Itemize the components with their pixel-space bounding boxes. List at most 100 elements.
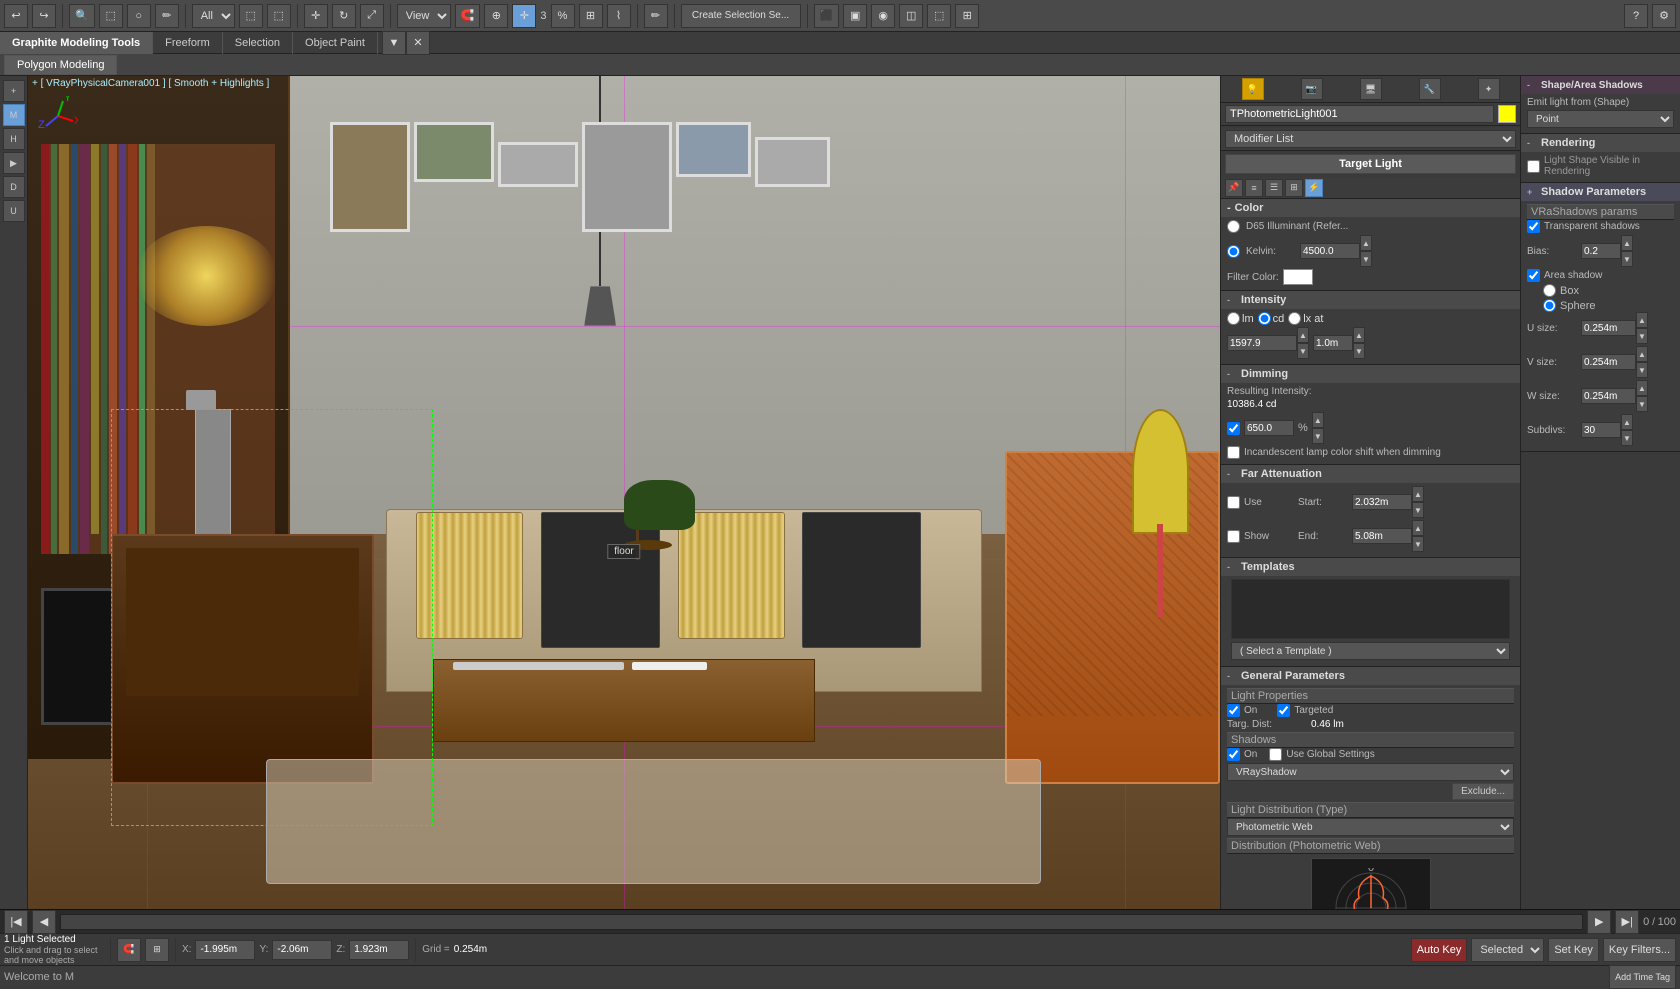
- x-field[interactable]: [195, 940, 255, 960]
- z-field[interactable]: [349, 940, 409, 960]
- percent-field[interactable]: [1244, 420, 1294, 436]
- select-btn[interactable]: 🔍: [69, 4, 95, 28]
- view-dropdown[interactable]: View: [397, 4, 451, 28]
- on-check[interactable]: [1227, 704, 1240, 717]
- lm-radio[interactable]: [1227, 312, 1240, 325]
- y-field[interactable]: [272, 940, 332, 960]
- end-down[interactable]: ▼: [1412, 536, 1424, 552]
- filter-color-swatch[interactable]: [1283, 269, 1313, 285]
- close-menu-btn[interactable]: ✕: [406, 31, 430, 55]
- subdivs-field[interactable]: [1581, 422, 1621, 438]
- box-radio[interactable]: [1543, 284, 1556, 297]
- rp-icon-util[interactable]: 🔧: [1419, 78, 1441, 100]
- snap-status-btn[interactable]: 🧲: [117, 938, 141, 962]
- rp-icon-fx[interactable]: ✦: [1478, 78, 1500, 100]
- camera-btn[interactable]: ◉: [871, 4, 895, 28]
- menu-tab-graphite[interactable]: Graphite Modeling Tools: [0, 32, 153, 54]
- percent-down[interactable]: ▼: [1312, 428, 1324, 444]
- timeline-track[interactable]: [60, 914, 1583, 930]
- multiplier-up[interactable]: ▲: [1353, 327, 1365, 343]
- shadows-on-check[interactable]: [1227, 748, 1240, 761]
- menu-tab-object-paint[interactable]: Object Paint: [293, 32, 378, 54]
- cd-radio[interactable]: [1258, 312, 1271, 325]
- lxat-radio[interactable]: [1288, 312, 1301, 325]
- v-size-down[interactable]: ▼: [1636, 362, 1648, 378]
- undo-btn[interactable]: ↩: [4, 4, 28, 28]
- move-transform-btn[interactable]: ✛: [512, 4, 536, 28]
- end-up[interactable]: ▲: [1412, 520, 1424, 536]
- key-filters-btn[interactable]: Key Filters...: [1603, 938, 1676, 962]
- timeline-right-btn[interactable]: ▶: [1587, 910, 1611, 934]
- transparent-check[interactable]: [1527, 220, 1540, 233]
- targeted-check[interactable]: [1277, 704, 1290, 717]
- bias-up[interactable]: ▲: [1621, 235, 1633, 251]
- rendering-header[interactable]: - Rendering: [1521, 134, 1680, 152]
- lasso-btn[interactable]: ○: [127, 4, 151, 28]
- create-sel-btn[interactable]: Create Selection Se...: [681, 4, 801, 28]
- left-icon-create[interactable]: +: [3, 80, 25, 102]
- area-shadow-check[interactable]: [1527, 269, 1540, 282]
- move-btn[interactable]: ✛: [304, 4, 328, 28]
- w-size-up[interactable]: ▲: [1636, 380, 1648, 396]
- light-dist-dropdown[interactable]: Photometric Web: [1227, 818, 1514, 836]
- grid-status-btn[interactable]: ⊞: [145, 938, 169, 962]
- menu-tab-selection[interactable]: Selection: [223, 32, 293, 54]
- left-icon-utilities[interactable]: U: [3, 200, 25, 222]
- select-region-btn[interactable]: ⬚: [99, 4, 123, 28]
- subdivs-up[interactable]: ▲: [1621, 414, 1633, 430]
- env-btn[interactable]: ⊞: [955, 4, 979, 28]
- display-btn[interactable]: ◫: [899, 4, 923, 28]
- intensity-up[interactable]: ▲: [1297, 327, 1309, 343]
- curve-btn[interactable]: ⌇: [607, 4, 631, 28]
- left-icon-modify[interactable]: M: [3, 104, 25, 126]
- left-icon-hierarchy[interactable]: H: [3, 128, 25, 150]
- panel-icon-active[interactable]: ⚡: [1305, 179, 1323, 197]
- templates-list[interactable]: [1231, 579, 1510, 639]
- general-params-header[interactable]: - General Parameters: [1221, 667, 1520, 685]
- templates-dropdown[interactable]: ( Select a Template ): [1231, 642, 1510, 660]
- target-light-btn[interactable]: Target Light: [1225, 154, 1516, 174]
- modifier-list-dropdown[interactable]: Modifier List: [1225, 130, 1516, 148]
- incandescent-check[interactable]: [1227, 446, 1240, 459]
- all-dropdown[interactable]: All: [192, 4, 235, 28]
- v-size-up[interactable]: ▲: [1636, 346, 1648, 362]
- shadow-params-header[interactable]: + Shadow Parameters: [1521, 183, 1680, 201]
- help-btn[interactable]: ?: [1624, 4, 1648, 28]
- far-atten-header[interactable]: - Far Attenuation: [1221, 465, 1520, 483]
- select-filter-btn[interactable]: ⬚: [239, 4, 263, 28]
- object-name-field[interactable]: [1225, 105, 1494, 123]
- kelvin-up[interactable]: ▲: [1360, 235, 1372, 251]
- auto-key-btn[interactable]: Auto Key: [1411, 938, 1468, 962]
- kelvin-down[interactable]: ▼: [1360, 251, 1372, 267]
- render-btn[interactable]: ⬚: [927, 4, 951, 28]
- templates-header[interactable]: - Templates: [1221, 558, 1520, 576]
- w-size-field[interactable]: [1581, 388, 1636, 404]
- bias-field[interactable]: [1581, 243, 1621, 259]
- snap2-btn[interactable]: ⊕: [484, 4, 508, 28]
- panel-icon-grid[interactable]: ⊞: [1285, 179, 1303, 197]
- d65-radio[interactable]: [1227, 220, 1240, 233]
- redo-btn[interactable]: ↪: [32, 4, 56, 28]
- panel-icon-pin[interactable]: 📌: [1225, 179, 1243, 197]
- bias-down[interactable]: ▼: [1621, 251, 1633, 267]
- panel-icon-lines[interactable]: ≡: [1245, 179, 1263, 197]
- timeline-next-btn[interactable]: ▶|: [1615, 910, 1639, 934]
- rotate-btn[interactable]: ↻: [332, 4, 356, 28]
- kelvin-radio[interactable]: [1227, 245, 1240, 258]
- use-check[interactable]: [1227, 496, 1240, 509]
- rp-icon-light[interactable]: 💡: [1242, 78, 1264, 100]
- time-tag-btn[interactable]: Add Time Tag: [1609, 965, 1676, 989]
- u-size-up[interactable]: ▲: [1636, 312, 1648, 328]
- start-down[interactable]: ▼: [1412, 502, 1424, 518]
- multiplier-down[interactable]: ▼: [1353, 343, 1365, 359]
- paint-select-btn[interactable]: ✏: [155, 4, 179, 28]
- transform2-btn[interactable]: ⊞: [579, 4, 603, 28]
- left-icon-motion[interactable]: ▶: [3, 152, 25, 174]
- selected-dropdown[interactable]: Selected: [1471, 938, 1544, 962]
- rp-icon-camera[interactable]: 📷: [1301, 78, 1323, 100]
- panel-icon-list[interactable]: ☰: [1265, 179, 1283, 197]
- shape-area-header[interactable]: - Shape/Area Shadows: [1521, 76, 1680, 94]
- select-lasso-btn[interactable]: ⬚: [267, 4, 291, 28]
- rp-icon-display2[interactable]: 🖥: [1360, 78, 1382, 100]
- exclude-btn[interactable]: Exclude...: [1452, 783, 1514, 800]
